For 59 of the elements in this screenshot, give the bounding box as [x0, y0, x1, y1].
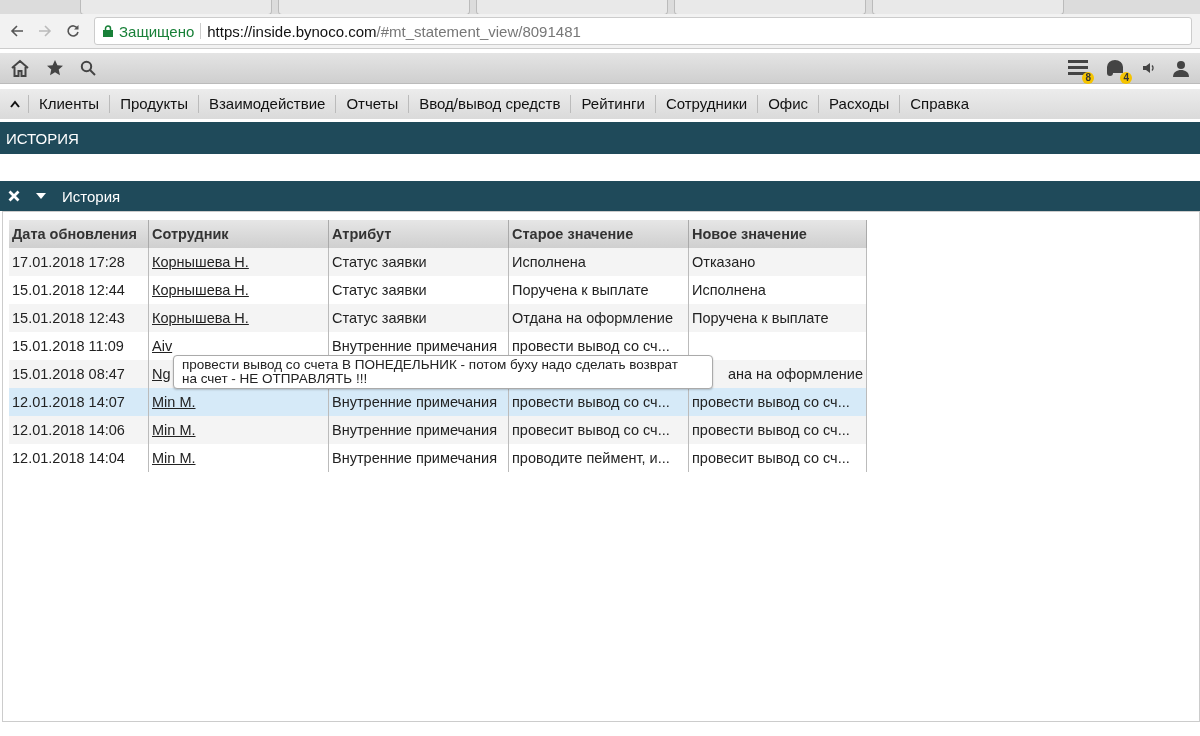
tooltip: провести вывод со счета В ПОНЕДЕЛЬНИК - потом буху надо сделать возврат на счет - НЕ ОТПРАВЛЯТЬ !!! — [173, 355, 713, 389]
reload-icon[interactable] — [66, 24, 80, 38]
home-icon[interactable] — [10, 59, 30, 77]
url-text: https://inside.bynoco.com/#mt_statement_view/8091481 — [207, 22, 581, 40]
menu-item[interactable]: Продукты — [109, 95, 198, 113]
table-cell: Статус заявки — [329, 276, 509, 304]
table-cell: 17.01.2018 17:28 — [9, 248, 149, 276]
search-icon[interactable] — [80, 60, 96, 76]
secure-label: Защищено — [119, 22, 195, 40]
employee-link[interactable]: Ng — [152, 366, 171, 382]
table-cell: 12.01.2018 14:06 — [9, 416, 149, 444]
panel-title: История — [62, 187, 121, 205]
menu-item[interactable]: Рейтинги — [570, 95, 655, 113]
employee-link[interactable]: Min M. — [152, 394, 196, 410]
menu-item[interactable]: Отчеты — [335, 95, 409, 113]
table-cell: провесит вывод со сч... — [509, 416, 689, 444]
table-cell: провести вывод со сч... — [509, 388, 689, 416]
column-header[interactable]: Дата обновления — [9, 220, 149, 248]
table-cell: провести вывод со сч... — [689, 388, 867, 416]
table-cell: Поручена к выплате — [689, 304, 867, 332]
employee-link[interactable]: Min M. — [152, 450, 196, 466]
table-cell: 15.01.2018 08:47 — [9, 360, 149, 388]
back-icon[interactable] — [10, 24, 24, 38]
table-cell: Исполнена — [509, 248, 689, 276]
collapse-caret-icon[interactable] — [10, 100, 20, 108]
star-icon[interactable] — [46, 59, 64, 77]
employee-link[interactable]: Корнышева Н. — [152, 282, 249, 298]
menu-item[interactable]: Расходы — [818, 95, 900, 113]
table-cell: Внутренние примечания — [329, 388, 509, 416]
table-cell: Статус заявки — [329, 304, 509, 332]
count-badge: 8 — [1082, 72, 1094, 84]
employee-link[interactable]: Min M. — [152, 422, 196, 438]
menu-item[interactable]: Офис — [757, 95, 819, 113]
table-cell: провести вывод со сч... — [689, 416, 867, 444]
speaker-icon[interactable] — [1142, 61, 1156, 75]
table-cell: Отказано — [689, 248, 867, 276]
table-cell: Внутренние примечания — [329, 416, 509, 444]
column-header[interactable]: Атрибут — [329, 220, 509, 248]
table-cell: 12.01.2018 14:07 — [9, 388, 149, 416]
address-bar[interactable]: Защищено https://inside.bynoco.com/#mt_statement_view/8091481 — [94, 17, 1192, 45]
column-header[interactable]: Старое значение — [509, 220, 689, 248]
menu-item[interactable]: Взаимодействие — [197, 95, 336, 113]
column-header[interactable]: Новое значение — [689, 220, 867, 248]
dropdown-caret-icon[interactable] — [36, 193, 46, 199]
section-title: ИСТОРИЯ — [6, 129, 79, 147]
user-icon[interactable] — [1172, 59, 1190, 77]
menu-item[interactable]: Справка — [899, 95, 980, 113]
table-cell: Статус заявки — [329, 248, 509, 276]
table-cell: Отдана на оформление — [509, 304, 689, 332]
count-badge: 4 — [1120, 72, 1132, 84]
menu-item[interactable]: Сотрудники — [654, 95, 758, 113]
close-icon[interactable] — [8, 190, 20, 202]
lock-icon — [103, 25, 113, 37]
column-header[interactable]: Сотрудник — [149, 220, 329, 248]
table-cell: 15.01.2018 12:43 — [9, 304, 149, 332]
menu-item[interactable]: Клиенты — [28, 95, 110, 113]
list-icon[interactable] — [1068, 59, 1088, 77]
employee-link[interactable]: Aiv — [152, 338, 173, 354]
menu-item[interactable]: Ввод/вывод средств — [408, 95, 571, 113]
